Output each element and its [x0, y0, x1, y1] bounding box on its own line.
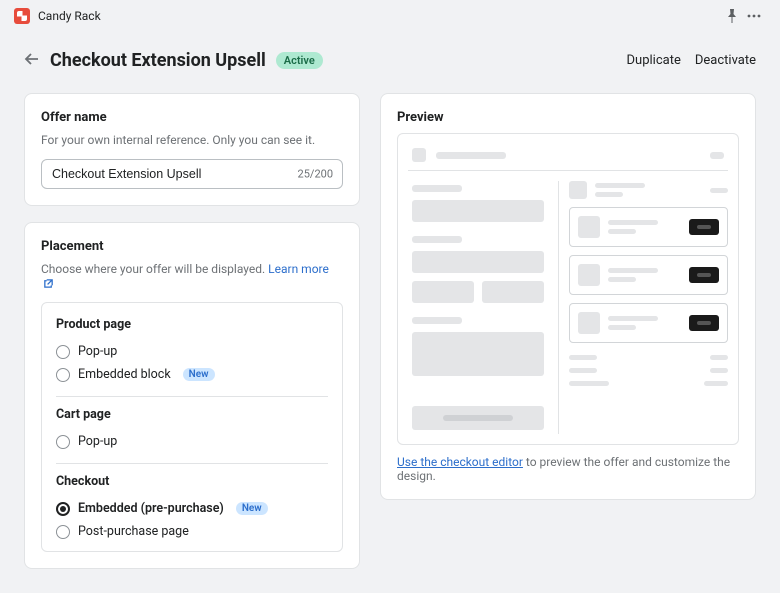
skeleton — [412, 148, 426, 162]
skeleton — [412, 236, 462, 243]
more-icon[interactable] — [742, 5, 766, 27]
preview-card: Preview — [380, 93, 756, 500]
pin-icon[interactable] — [722, 5, 742, 27]
radio-icon — [56, 345, 70, 359]
group-checkout: Checkout — [56, 474, 328, 489]
skeleton — [578, 216, 600, 238]
offer-name-sub: For your own internal reference. Only yo… — [41, 133, 343, 147]
skeleton — [482, 281, 544, 303]
deactivate-button[interactable]: Deactivate — [695, 53, 756, 68]
skeleton — [436, 152, 506, 159]
skeleton — [569, 355, 597, 360]
new-badge: New — [183, 368, 215, 381]
skeleton — [608, 268, 658, 273]
skeleton — [595, 183, 645, 188]
skeleton — [595, 192, 623, 197]
option-cart-popup[interactable]: Pop-up — [56, 430, 328, 453]
app-name: Candy Rack — [38, 9, 101, 23]
upsell-slot — [569, 303, 728, 343]
preview-footer: Use the checkout editor to preview the o… — [397, 455, 739, 483]
preview-canvas — [397, 133, 739, 445]
placement-sub: Choose where your offer will be displaye… — [41, 262, 343, 290]
radio-icon — [56, 525, 70, 539]
skeleton — [569, 381, 609, 386]
skeleton — [689, 315, 719, 331]
offer-name-card: Offer name For your own internal referen… — [24, 93, 360, 206]
skeleton — [608, 220, 658, 225]
skeleton — [412, 185, 462, 192]
radio-icon — [56, 502, 70, 516]
skeleton — [578, 312, 600, 334]
skeleton — [608, 316, 658, 321]
upsell-slot — [569, 207, 728, 247]
app-logo — [14, 8, 30, 24]
skeleton — [710, 188, 728, 193]
option-product-popup[interactable]: Pop-up — [56, 340, 328, 363]
option-product-embedded[interactable]: Embedded block New — [56, 363, 328, 386]
skeleton — [569, 181, 587, 199]
offer-name-title: Offer name — [41, 110, 343, 125]
placement-card: Placement Choose where your offer will b… — [24, 222, 360, 569]
skeleton — [710, 368, 728, 373]
option-checkout-embedded[interactable]: Embedded (pre-purchase) New — [56, 497, 328, 520]
checkout-editor-link[interactable]: Use the checkout editor — [397, 455, 523, 469]
skeleton — [578, 264, 600, 286]
group-cart-page: Cart page — [56, 407, 328, 422]
group-product-page: Product page — [56, 317, 328, 332]
offer-name-counter: 25/200 — [298, 168, 333, 181]
skeleton — [608, 229, 636, 234]
page-title: Checkout Extension Upsell — [50, 50, 266, 71]
radio-icon — [56, 368, 70, 382]
skeleton — [412, 251, 544, 273]
skeleton — [412, 317, 462, 324]
new-badge: New — [236, 502, 268, 515]
preview-title: Preview — [397, 110, 739, 125]
upsell-slot — [569, 255, 728, 295]
back-arrow-icon[interactable] — [24, 52, 40, 70]
skeleton — [689, 219, 719, 235]
duplicate-button[interactable]: Duplicate — [627, 53, 681, 68]
status-badge: Active — [276, 52, 323, 69]
skeleton — [412, 332, 544, 376]
skeleton — [689, 267, 719, 283]
skeleton — [412, 281, 474, 303]
skeleton — [608, 277, 636, 282]
skeleton — [704, 381, 728, 386]
radio-icon — [56, 435, 70, 449]
skeleton — [710, 152, 724, 159]
placement-title: Placement — [41, 239, 343, 254]
skeleton — [412, 200, 544, 222]
skeleton — [569, 368, 597, 373]
skeleton — [608, 325, 636, 330]
skeleton — [710, 355, 728, 360]
option-checkout-post[interactable]: Post-purchase page — [56, 520, 328, 543]
skeleton — [412, 406, 544, 430]
